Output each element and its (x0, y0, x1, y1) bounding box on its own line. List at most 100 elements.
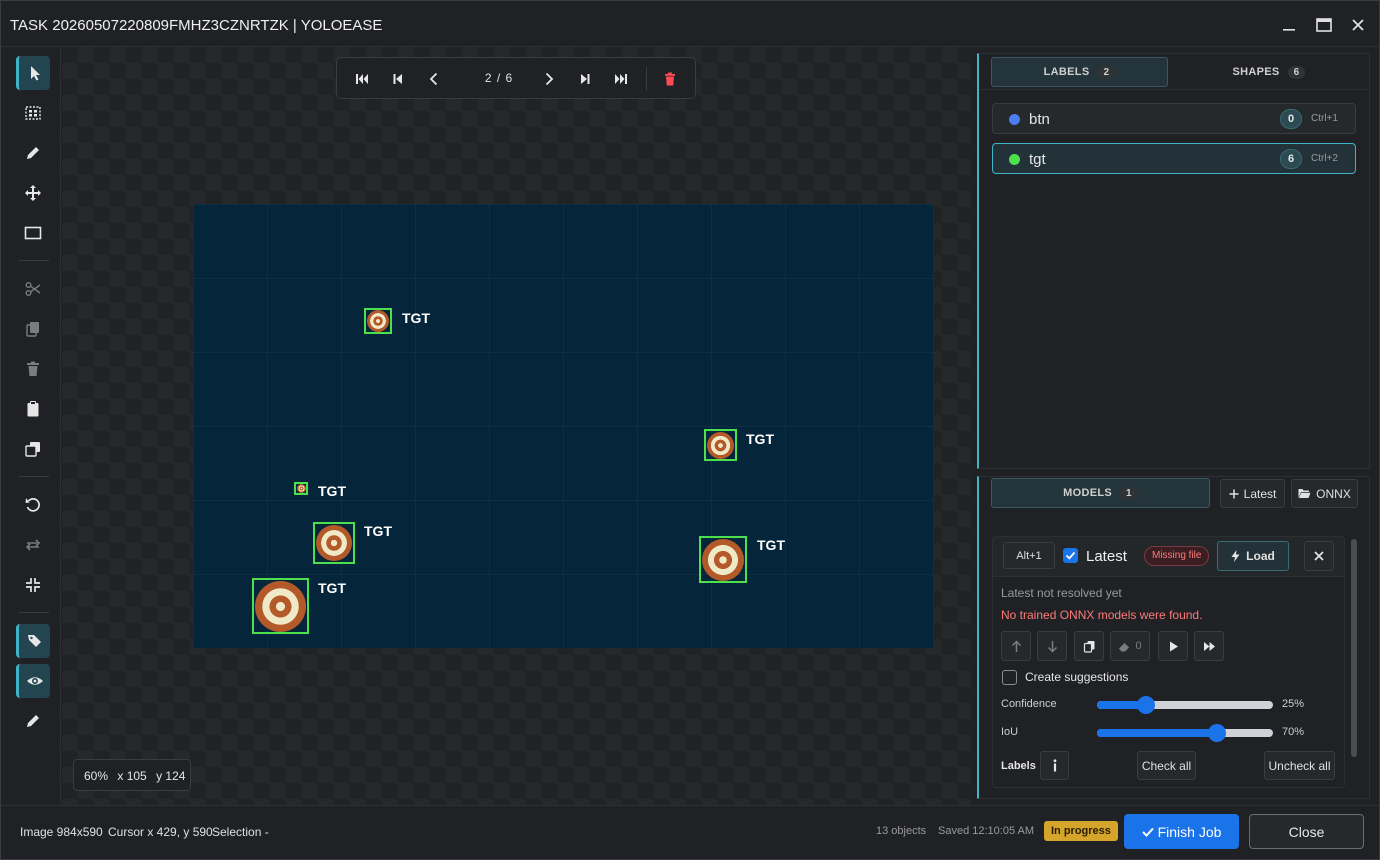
last-image-button[interactable] (610, 68, 632, 90)
model-shortcut[interactable]: Alt+1 (1003, 542, 1055, 569)
label-shortcut: Ctrl+2 (1311, 153, 1338, 164)
ruler-icon (27, 715, 39, 727)
bolt-icon (1231, 550, 1240, 562)
cut-tool[interactable] (16, 272, 50, 306)
check-all-button[interactable]: Check all (1137, 751, 1196, 780)
redo-tool[interactable] (16, 528, 50, 562)
image-view[interactable]: TGT TGT TGT TGT TGT TGT (193, 204, 934, 648)
title-bar: TASK 20260507220809FMHZ3CZNRTZK | YOLOEA… (1, 1, 1379, 47)
label-color-dot (1009, 154, 1020, 165)
next-jump-button[interactable] (574, 68, 596, 90)
bounding-box[interactable] (704, 429, 737, 461)
models-panel: MODELS 1 Latest ONNX Alt+1 Latest Missin… (977, 476, 1370, 799)
uncheck-all-button[interactable]: Uncheck all (1264, 751, 1335, 780)
target-image (702, 538, 744, 581)
close-window-button[interactable] (1346, 13, 1370, 37)
bounding-box[interactable] (364, 308, 392, 334)
next-image-button[interactable] (538, 68, 560, 90)
tab-count: 1 (1119, 486, 1138, 500)
clear-suggestions-button[interactable]: 0 (1110, 631, 1150, 661)
finish-job-button[interactable]: Finish Job (1124, 814, 1239, 849)
models-scrollbar[interactable] (1351, 539, 1357, 757)
first-image-button[interactable] (351, 68, 373, 90)
labels-panel: LABELS 2 SHAPES 6 btn 0 Ctrl+1 tgt 6 Ctr… (977, 53, 1370, 469)
visibility-toggle[interactable] (16, 664, 50, 698)
copy-tool[interactable] (16, 312, 50, 346)
image-navigation: 2 / 6 (336, 57, 696, 99)
minimize-button[interactable] (1277, 13, 1301, 37)
labels-info-button[interactable] (1040, 751, 1069, 780)
select-tool[interactable] (16, 56, 50, 90)
box-select-icon (25, 106, 41, 120)
bounding-box[interactable] (294, 482, 308, 495)
add-latest-button[interactable]: Latest (1220, 479, 1285, 508)
fit-icon (26, 578, 40, 592)
move-tool[interactable] (16, 176, 50, 210)
duplicate-model-button[interactable] (1074, 631, 1104, 661)
plus-icon (1229, 489, 1239, 498)
tab-count: 6 (1287, 65, 1306, 79)
draw-tool[interactable] (16, 136, 50, 170)
confidence-value: 25% (1282, 698, 1305, 710)
add-latest-label: Latest (1243, 486, 1277, 501)
maximize-button[interactable] (1312, 13, 1336, 37)
label-item-btn[interactable]: btn 0 Ctrl+1 (992, 103, 1356, 134)
prev-image-button[interactable] (423, 68, 445, 90)
duplicate-icon (25, 442, 40, 457)
iou-slider[interactable] (1097, 724, 1273, 742)
tool-sidebar (1, 47, 61, 805)
target-image (255, 580, 306, 632)
cursor-x-readout: x 105 (117, 769, 147, 783)
fit-tool[interactable] (16, 568, 50, 602)
bounding-box[interactable] (699, 536, 747, 583)
prev-jump-button[interactable] (387, 68, 409, 90)
model-enabled-checkbox[interactable] (1063, 548, 1078, 563)
zoom-level: 60% (84, 769, 109, 783)
status-bar: Image 984x590 Cursor x 429, y 590 Select… (1, 805, 1379, 859)
move-up-button[interactable] (1001, 631, 1031, 661)
box-label: TGT (364, 523, 392, 539)
delete-tool[interactable] (16, 352, 50, 386)
move-down-button[interactable] (1037, 631, 1067, 661)
target-image (296, 484, 306, 493)
info-icon (1053, 759, 1056, 772)
delete-image-button[interactable] (659, 68, 681, 90)
load-model-button[interactable]: Load (1217, 541, 1289, 571)
window-title: TASK 20260507220809FMHZ3CZNRTZK | YOLOEA… (10, 17, 383, 34)
play-icon (1169, 641, 1178, 651)
slider-thumb[interactable] (1136, 696, 1155, 714)
bounding-box[interactable] (252, 578, 309, 634)
run-button[interactable] (1158, 631, 1188, 661)
tab-shapes[interactable]: SHAPES 6 (1169, 57, 1369, 87)
labels-toggle[interactable] (16, 624, 50, 658)
close-button[interactable]: Close (1249, 814, 1364, 849)
duplicate-tool[interactable] (16, 432, 50, 466)
confidence-slider[interactable] (1097, 696, 1273, 714)
load-onnx-button[interactable]: ONNX (1291, 479, 1358, 508)
annotation-canvas[interactable]: 2 / 6 TGT TGT TGT TGT TGT TGT 60% x 105 … (62, 47, 971, 805)
bounding-box[interactable] (313, 522, 355, 564)
iou-label: IoU (1001, 726, 1019, 738)
remove-model-button[interactable] (1304, 541, 1334, 571)
tab-labels[interactable]: LABELS 2 (991, 57, 1168, 87)
create-suggestions-checkbox[interactable] (1002, 670, 1017, 685)
undo-tool[interactable] (16, 488, 50, 522)
slider-thumb[interactable] (1207, 724, 1226, 742)
arrow-down-icon (1047, 640, 1057, 653)
target-image (367, 310, 389, 332)
box-label: TGT (402, 310, 430, 326)
paste-tool[interactable] (16, 392, 50, 426)
minimize-icon (1283, 29, 1295, 31)
tab-count: 2 (1097, 65, 1116, 79)
label-color-dot (1009, 114, 1020, 125)
label-shortcut: Ctrl+1 (1311, 113, 1338, 124)
rectangle-tool[interactable] (16, 216, 50, 250)
redo-icon (25, 539, 41, 551)
scissors-icon (25, 282, 41, 296)
box-select-tool[interactable] (16, 96, 50, 130)
run-all-button[interactable] (1194, 631, 1224, 661)
label-item-tgt[interactable]: tgt 6 Ctrl+2 (992, 143, 1356, 174)
measure-tool[interactable] (16, 704, 50, 738)
skip-first-icon (356, 74, 368, 84)
tab-models[interactable]: MODELS 1 (991, 478, 1210, 508)
